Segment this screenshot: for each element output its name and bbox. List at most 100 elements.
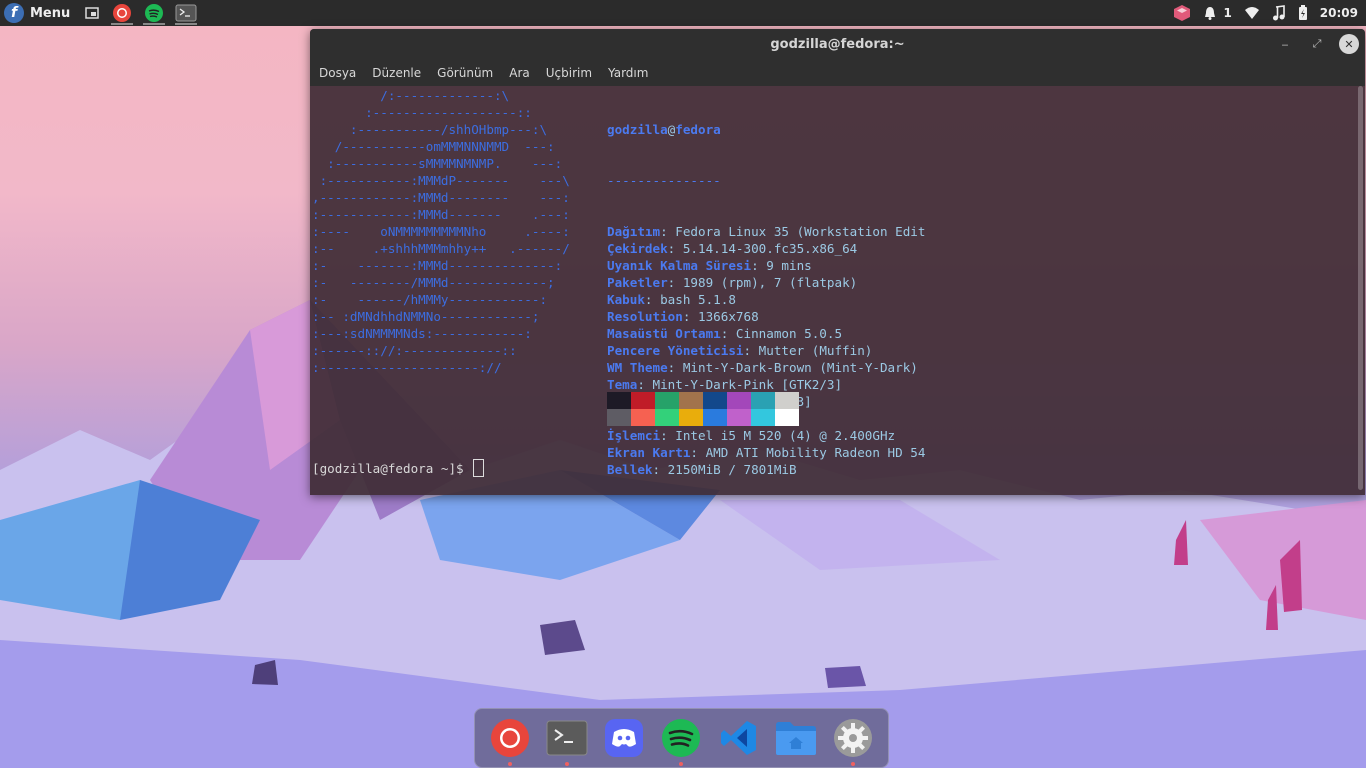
info-row: Tema: Mint-Y-Dark-Pink [GTK2/3]: [607, 376, 925, 393]
info-key: Dağıtım: [607, 224, 661, 239]
taskbar-chrome[interactable]: [106, 0, 138, 26]
ascii-line: :-----------:MMMdP------- ---\: [312, 173, 570, 188]
dock-spotify[interactable]: [659, 716, 703, 766]
top-panel: f Menu 1 20:09: [0, 0, 1366, 26]
ascii-line: :---------------------://: [312, 360, 502, 375]
discord-icon: [605, 719, 644, 757]
menu-ara[interactable]: Ara: [509, 66, 530, 80]
info-value: Mint-Y-Dark-Brown (Mint-Y-Dark): [682, 360, 918, 375]
dock-files[interactable]: [774, 716, 818, 760]
window-title: godzilla@fedora:~: [770, 36, 905, 52]
dock-terminal[interactable]: [545, 716, 589, 766]
show-desktop-button[interactable]: [78, 0, 106, 26]
fedora-logo-icon: f: [4, 3, 24, 23]
user-host-line: godzilla@fedora: [607, 121, 925, 138]
info-value: Intel i5 M 520 (4) @ 2.400GHz: [675, 428, 896, 443]
color-swatch: [703, 392, 727, 409]
folder-icon: [776, 722, 817, 755]
close-button[interactable]: ✕: [1339, 34, 1359, 54]
ascii-line: /-----------omMMMNNNMMD ---:: [312, 139, 555, 154]
menu-yardim[interactable]: Yardım: [608, 66, 648, 80]
dock-discord[interactable]: [602, 716, 646, 760]
dock-chrome[interactable]: [488, 716, 532, 766]
color-swatch: [655, 392, 679, 409]
info-colon: :: [660, 224, 676, 239]
color-swatch: [775, 409, 799, 426]
color-swatch: [751, 392, 775, 409]
notifications-button[interactable]: 1: [1203, 6, 1232, 20]
info-key: Ekran Kartı: [607, 445, 691, 460]
package-updater-icon[interactable]: [1173, 4, 1191, 22]
info-row: İşlemci: Intel i5 M 520 (4) @ 2.400GHz: [607, 427, 925, 444]
maximize-button[interactable]: ⤢: [1307, 34, 1327, 54]
chrome-icon: [490, 719, 529, 757]
window-controls: ‒ ⤢ ✕: [1275, 34, 1359, 54]
info-value: 1366x768: [698, 309, 759, 324]
color-swatch: [655, 409, 679, 426]
ascii-line: :-------------------::: [312, 105, 532, 120]
info-key: Tema: [607, 377, 638, 392]
menu-button[interactable]: f Menu: [0, 0, 78, 26]
menu-dosya[interactable]: Dosya: [319, 66, 356, 80]
info-key: Kabuk: [607, 292, 645, 307]
info-key: Pencere Yöneticisi: [607, 343, 744, 358]
gear-icon: [834, 719, 873, 757]
color-swatch: [631, 392, 655, 409]
info-colon: :: [720, 326, 736, 341]
vscode-icon: [720, 721, 756, 755]
terminal-menubar: Dosya Düzenle Görünüm Ara Uçbirim Yardım: [310, 59, 1365, 86]
terminal-icon: [175, 4, 197, 22]
menu-gorunum[interactable]: Görünüm: [437, 66, 493, 80]
menu-ucbirim[interactable]: Uçbirim: [546, 66, 592, 80]
info-value: AMD ATI Mobility Radeon HD 54: [705, 445, 926, 460]
color-swatch: [775, 392, 799, 409]
window-titlebar[interactable]: godzilla@fedora:~ ‒ ⤢ ✕: [310, 29, 1365, 59]
taskbar-terminal[interactable]: [170, 0, 202, 26]
terminal-window[interactable]: godzilla@fedora:~ ‒ ⤢ ✕ Dosya Düzenle Gö…: [310, 29, 1365, 495]
minimize-button[interactable]: ‒: [1275, 34, 1295, 54]
info-colon: :: [751, 258, 767, 273]
taskbar-spotify[interactable]: [138, 0, 170, 26]
info-row: Çekirdek: 5.14.14-300.fc35.x86_64: [607, 240, 925, 257]
ascii-line: /:-------------:\: [312, 88, 510, 103]
system-tray: 1 20:09: [1173, 0, 1366, 26]
terminal-output[interactable]: /:-------------:\ :-------------------::…: [310, 86, 1365, 495]
ascii-line: :------------:MMMd------- .---:: [312, 207, 570, 222]
sound-icon[interactable]: [1272, 5, 1286, 21]
color-swatch: [751, 409, 775, 426]
info-value: 1989 (rpm), 7 (flatpak): [682, 275, 858, 290]
ascii-line: :-- :dMNdhhdNMMNo------------;: [312, 309, 540, 324]
dock-vscode[interactable]: [717, 716, 761, 760]
terminal-scrollbar[interactable]: [1358, 86, 1363, 490]
ascii-line: ,------------:MMMd-------- ---:: [312, 190, 570, 205]
palette-row-bright: [607, 409, 799, 426]
info-value: Fedora Linux 35 (Workstation Edit: [675, 224, 926, 239]
neofetch-info: godzilla@fedora --------------- Dağıtım:…: [607, 87, 925, 495]
info-value: Cinnamon 5.0.5: [735, 326, 843, 341]
color-swatch: [727, 409, 751, 426]
info-row: Uyanık Kalma Süresi: 9 mins: [607, 257, 925, 274]
notification-count: 1: [1223, 6, 1232, 20]
color-palette: [607, 392, 799, 426]
clock[interactable]: 20:09: [1320, 6, 1358, 20]
fedora-ascii-logo: /:-------------:\ :-------------------::…: [312, 87, 570, 376]
wifi-icon[interactable]: [1244, 6, 1260, 20]
info-key: Resolution: [607, 309, 683, 324]
dock-settings[interactable]: [831, 716, 875, 766]
info-colon: :: [667, 241, 683, 256]
username: godzilla: [607, 122, 668, 137]
color-swatch: [631, 409, 655, 426]
info-value: 9 mins: [766, 258, 812, 273]
spotify-icon: [662, 719, 701, 757]
info-value: bash 5.1.8: [660, 292, 736, 307]
battery-icon[interactable]: [1298, 5, 1308, 21]
ascii-line: :- --------/MMMd-------------;: [312, 275, 555, 290]
info-key: Paketler: [607, 275, 668, 290]
shell-prompt[interactable]: [godzilla@fedora ~]$: [312, 459, 485, 477]
color-swatch: [703, 409, 727, 426]
text-cursor: [473, 459, 485, 477]
menu-duzenle[interactable]: Düzenle: [372, 66, 421, 80]
info-row: Bellek: 2150MiB / 7801MiB: [607, 461, 925, 478]
chrome-icon: [113, 4, 132, 22]
info-value: Mint-Y-Dark-Pink [GTK2/3]: [652, 377, 843, 392]
